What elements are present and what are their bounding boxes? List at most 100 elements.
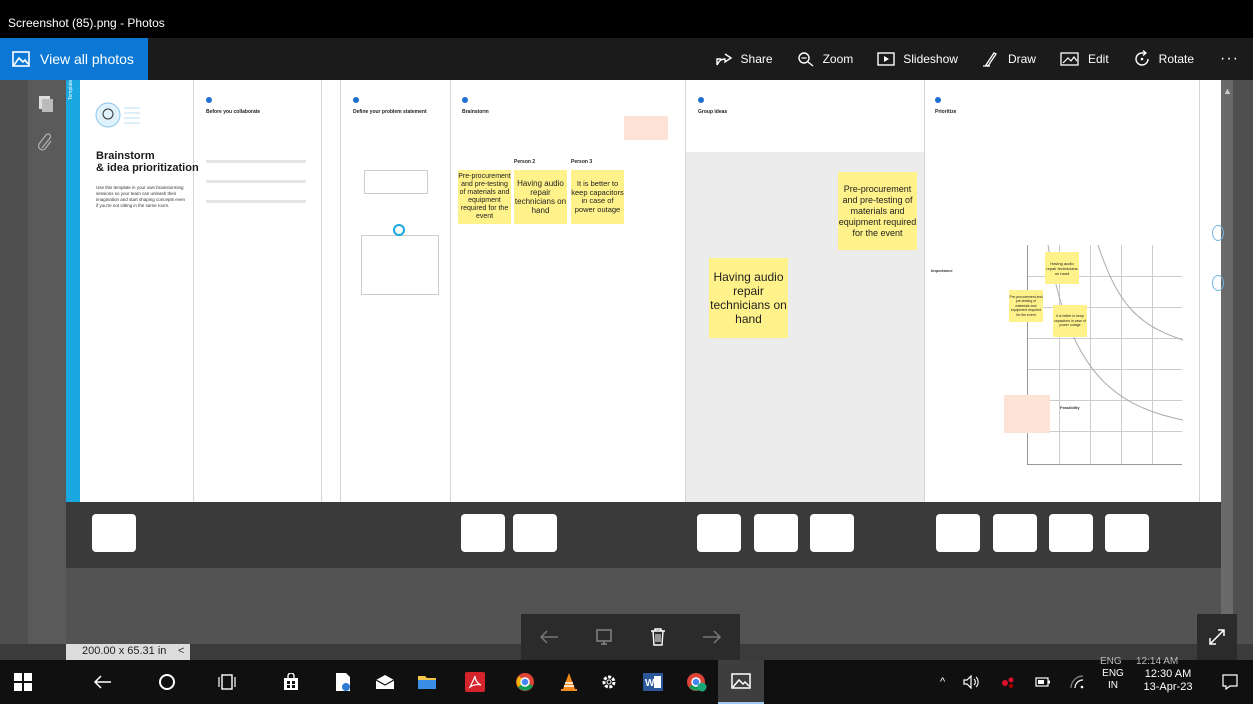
word-app[interactable]: W <box>630 660 676 704</box>
ring-icon <box>393 224 405 236</box>
input-language-indicator[interactable]: ENG IN <box>1098 668 1128 692</box>
mail-app[interactable] <box>362 660 408 704</box>
filmstrip-icon[interactable] <box>594 628 614 646</box>
footer-thumbnail <box>513 514 557 552</box>
window-title: Screenshot (85).png - Photos <box>0 0 1253 38</box>
footer-thumbnail <box>92 514 136 552</box>
slideshow-button[interactable]: Slideshow <box>865 38 970 80</box>
wifi-icon[interactable] <box>1069 675 1085 689</box>
previous-arrow-icon[interactable] <box>538 629 560 645</box>
store-bag-icon <box>284 673 298 690</box>
cortana-button[interactable] <box>144 660 190 704</box>
chrome-app[interactable] <box>502 660 548 704</box>
rotate-label: Rotate <box>1158 52 1195 66</box>
file-explorer-app[interactable] <box>404 660 450 704</box>
document-app[interactable] <box>320 660 366 704</box>
grid-tip-note <box>1004 395 1050 433</box>
system-clock[interactable]: 12:30 AM 13-Apr-23 <box>1140 668 1196 694</box>
footer-thumbnail <box>754 514 798 552</box>
next-arrow-icon[interactable] <box>701 629 723 645</box>
sticky-note-large: Having audio repair technicians on hand <box>709 258 788 338</box>
volume-icon[interactable] <box>963 675 981 689</box>
draw-button[interactable]: Draw <box>970 38 1048 80</box>
notification-icon <box>1222 674 1238 690</box>
grid-sticky-note: Pre-procurement and pre-testing of mater… <box>1009 290 1043 322</box>
step-dot <box>698 97 704 103</box>
security-alert-icon[interactable] <box>999 675 1017 689</box>
battery-icon[interactable] <box>1035 677 1051 687</box>
store-app[interactable] <box>268 660 314 704</box>
sticky-note-large: Pre-procurement and pre-testing of mater… <box>838 172 917 250</box>
view-all-photos-button[interactable]: View all photos <box>0 38 148 80</box>
template-title-line-2: & idea prioritization <box>96 162 199 174</box>
photos-icon <box>12 51 30 67</box>
footer-thumbnail <box>810 514 854 552</box>
folder-icon <box>418 676 436 689</box>
column-divider <box>340 80 341 502</box>
scroll-left-icon[interactable]: < <box>178 645 184 657</box>
settings-app[interactable] <box>586 660 632 704</box>
pages-icon[interactable] <box>36 94 56 114</box>
footer-thumbnail <box>461 514 505 552</box>
start-button[interactable] <box>0 660 46 704</box>
tip-note <box>624 116 668 140</box>
delete-icon[interactable] <box>649 627 667 647</box>
placeholder-line <box>206 200 306 203</box>
axis-importance-label: Importance <box>931 268 953 273</box>
grid-sticky-note: It is better to keep capacitors in case … <box>1053 305 1087 337</box>
zoom-label: Zoom <box>822 52 854 66</box>
photos-app-window: Screenshot (85).png - Photos View all ph… <box>0 0 1253 704</box>
input-language-top: ENG <box>1102 668 1124 679</box>
action-center-button[interactable] <box>1207 660 1253 704</box>
chrome-profile-app[interactable] <box>674 660 720 704</box>
footer-thumbnail <box>1049 514 1093 552</box>
word-icon: W <box>643 673 663 691</box>
slideshow-label: Slideshow <box>903 52 958 66</box>
more-options-button[interactable]: ··· <box>1206 38 1253 80</box>
share-button[interactable]: Share <box>703 38 785 80</box>
photos-taskbar-app[interactable] <box>718 660 764 704</box>
paperclip-icon[interactable] <box>36 132 56 152</box>
footer-thumbnail <box>697 514 741 552</box>
zoom-button[interactable]: Zoom <box>785 38 866 80</box>
chrome-profile-icon <box>687 673 707 692</box>
back-button[interactable] <box>80 660 126 704</box>
sticky-note: It is better to keep capacitors in case … <box>571 170 624 224</box>
footer-thumbnail <box>1105 514 1149 552</box>
page-size-readout: 200.00 x 65.31 in < <box>66 644 190 660</box>
page-size-text: 200.00 x 65.31 in <box>82 645 167 657</box>
show-hidden-icons-chevron-icon[interactable]: ^ <box>940 676 945 688</box>
full-screen-button[interactable] <box>1197 614 1237 660</box>
slideshow-icon <box>877 52 895 66</box>
person-2-label: Person 2 <box>514 159 536 165</box>
share-icon <box>715 53 732 66</box>
rotate-button[interactable]: Rotate <box>1121 38 1206 80</box>
step-dot <box>353 97 359 103</box>
template-tag: Template <box>68 79 74 100</box>
input-language-bottom: IN <box>1108 680 1118 691</box>
column-divider <box>1199 80 1200 502</box>
problem-card <box>364 170 428 194</box>
expand-icon <box>1209 629 1225 645</box>
placeholder-line <box>206 180 306 183</box>
draw-label: Draw <box>1007 52 1036 66</box>
column-divider <box>450 80 451 502</box>
edit-label: Edit <box>1087 52 1109 66</box>
edit-photo-icon <box>1060 52 1079 66</box>
section-brainstorm: Brainstorm <box>462 109 489 115</box>
footer-thumbnail <box>993 514 1037 552</box>
scroll-up-icon[interactable]: ▲ <box>1223 86 1232 96</box>
template-description: Use this template in your own brainstorm… <box>96 185 186 208</box>
section-group-ideas: Group ideas <box>698 109 728 115</box>
task-view-button[interactable] <box>204 660 250 704</box>
photos-toolbar: View all photos Share Zoom Slideshow Dra… <box>0 38 1253 80</box>
pdf-reader-app[interactable] <box>452 660 498 704</box>
acrobat-icon <box>465 672 485 692</box>
cortana-circle-icon <box>159 674 175 690</box>
column-divider <box>193 80 194 502</box>
lightbulb-icon <box>95 102 140 128</box>
vertical-scrollbar[interactable]: ▲ <box>1221 80 1233 644</box>
section-before-collaborate: Before you collaborate <box>206 109 261 115</box>
template-stripe <box>66 80 80 502</box>
edit-button[interactable]: Edit <box>1048 38 1121 80</box>
